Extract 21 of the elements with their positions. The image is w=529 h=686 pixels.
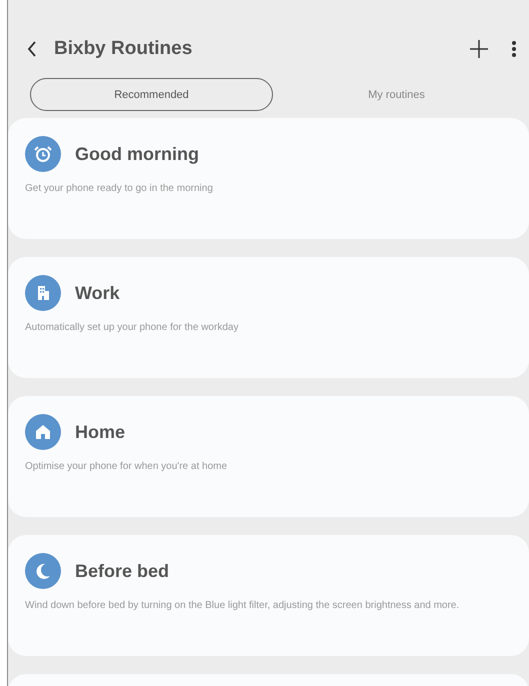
add-icon[interactable]	[469, 39, 489, 59]
routine-description: Wind down before bed by turning on the Blue light filter, adjusting the screen brightness and more.	[25, 599, 460, 613]
routine-card[interactable]: Work Automatically set up your phone for the workday	[8, 257, 529, 378]
routine-card[interactable]: Before bed Wind down before bed by turning on the Blue light filter, adjusting the screen brightness and more.	[8, 535, 529, 656]
routine-name: Before bed	[75, 560, 170, 582]
moon-icon	[25, 553, 61, 589]
back-icon[interactable]	[26, 40, 38, 58]
routine-description: Optimise your phone for when you're at home	[25, 460, 228, 474]
more-options-icon[interactable]	[511, 40, 517, 58]
routine-name: Work	[75, 282, 120, 304]
routine-name: Home	[75, 422, 126, 442]
page-title: Bixby Routines	[54, 38, 194, 60]
routine-description: Automatically set up your phone for the workday	[25, 321, 240, 335]
routine-name: Good morning	[75, 144, 199, 164]
routine-card[interactable]: Home Optimise your phone for when you're at home	[8, 396, 529, 517]
building-icon	[25, 275, 61, 311]
routine-description: Get your phone ready to go in the morning	[25, 182, 214, 196]
home-icon	[25, 414, 61, 450]
tab[interactable]: Recommended	[30, 78, 273, 111]
alarm-icon	[25, 136, 61, 172]
routine-card[interactable]: Good morning Get your phone ready to go in the morning	[8, 118, 529, 239]
